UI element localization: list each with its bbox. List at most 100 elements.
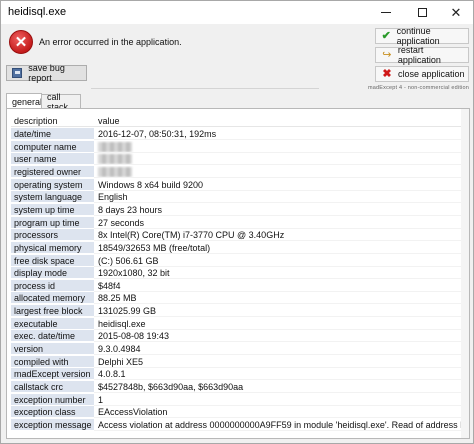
row-description: allocated memory — [11, 292, 94, 305]
madexcept-watermark: madExcept 4 - non-commercial edition — [367, 85, 469, 91]
row-description: process id — [11, 279, 94, 292]
row-description: computer name — [11, 140, 94, 153]
row-value: Access violation at address 0000000000A9… — [94, 419, 469, 431]
row-value — [94, 153, 469, 166]
row-description: processors — [11, 229, 94, 242]
red-x-icon: ✖ — [382, 67, 392, 80]
row-value: 4.0.8.1 — [94, 368, 469, 381]
restart-arrow-icon: ↪ — [382, 48, 392, 61]
table-row[interactable]: processors 8x Intel(R) Core(TM) i7-3770 C… — [11, 229, 469, 242]
row-description: physical memory — [11, 241, 94, 254]
table-row[interactable]: exception message Access violation at add… — [11, 418, 469, 431]
row-value: Delphi XE5 — [94, 356, 469, 368]
row-description: system language — [11, 191, 94, 204]
table-row[interactable]: compiled with Delphi XE5 — [11, 355, 469, 368]
row-value — [94, 141, 469, 153]
table-row[interactable]: allocated memory 88.25 MB — [11, 292, 469, 305]
table-row[interactable]: display mode 1920x1080, 32 bit — [11, 267, 469, 280]
restart-label: restart application — [397, 45, 441, 65]
row-description: callstack crc — [11, 381, 94, 393]
table-row[interactable]: version 9.3.0.4984 — [11, 343, 469, 356]
row-value: $4527848b, $663d90aa, $663d90aa — [94, 381, 469, 393]
row-description: operating system — [11, 178, 94, 191]
row-value: 131025.99 GB — [94, 305, 469, 318]
error-icon: ✕ — [9, 30, 33, 54]
row-value: 2016-12-07, 08:50:31, 192ms — [94, 128, 469, 140]
row-description: exec. date/time — [11, 330, 94, 343]
table-row[interactable]: system language English — [11, 191, 469, 204]
row-value: 18549/32653 MB (free/total) — [94, 242, 469, 254]
close-window-button[interactable]: ✕ — [439, 1, 473, 24]
close-icon: ✕ — [450, 4, 462, 20]
table-row[interactable]: exception number 1 — [11, 393, 469, 406]
table-row[interactable]: operating system Windows 8 x64 build 9200 — [11, 178, 469, 191]
row-value: (C:) 506.61 GB — [94, 255, 469, 267]
row-description: largest free block — [11, 305, 94, 318]
row-description: exception class — [11, 406, 94, 419]
save-bug-report-label: save bug report — [28, 63, 65, 83]
table-row[interactable]: process id $48f4 — [11, 279, 469, 292]
table-row[interactable]: system up time 8 days 23 hours — [11, 203, 469, 216]
row-value: 9.3.0.4984 — [94, 343, 469, 356]
row-description: program up time — [11, 216, 94, 229]
minimize-icon — [381, 12, 391, 13]
row-value: Windows 8 x64 build 9200 — [94, 179, 469, 191]
close-application-button[interactable]: ✖ close application — [375, 66, 469, 82]
close-app-label: close application — [398, 69, 465, 79]
column-header-description[interactable]: description — [11, 115, 94, 127]
tab-call-stack[interactable]: call stack — [41, 92, 81, 112]
row-description: madExcept version — [11, 368, 94, 381]
table-row[interactable]: date/time 2016-12-07, 08:50:31, 192ms — [11, 128, 469, 140]
redacted-value — [98, 154, 132, 165]
maximize-icon — [417, 8, 427, 17]
row-description: date/time — [11, 128, 94, 140]
error-message: An error occurred in the application. — [39, 37, 182, 47]
row-value: heidisql.exe — [94, 318, 469, 330]
save-bug-report-button[interactable]: save bug report — [6, 63, 87, 83]
row-value — [94, 166, 469, 178]
table-header-row: description value — [11, 115, 469, 127]
row-description: user name — [11, 153, 94, 166]
tab-general[interactable]: general — [6, 93, 42, 109]
row-value: $48f4 — [94, 280, 469, 292]
table-row[interactable]: exception class EAccessViolation — [11, 406, 469, 419]
table-row[interactable]: computer name — [11, 140, 469, 153]
table-row[interactable]: free disk space (C:) 506.61 GB — [11, 254, 469, 267]
row-description: executable — [11, 317, 94, 330]
restart-application-button[interactable]: ↪ restart application — [375, 45, 469, 65]
row-value: English — [94, 191, 469, 204]
table-row[interactable]: executable heidisql.exe — [11, 317, 469, 330]
row-description: exception number — [11, 393, 94, 406]
row-value: 27 seconds — [94, 217, 469, 229]
continue-label: continue application — [396, 26, 440, 46]
table-row[interactable]: registered owner — [11, 165, 469, 178]
redacted-value — [98, 141, 132, 152]
general-tab-panel: description value date/time 2016-12-07, 0… — [6, 108, 470, 439]
row-description: free disk space — [11, 254, 94, 267]
maximize-button[interactable] — [405, 1, 439, 24]
row-value: 2015-08-08 19:43 — [94, 330, 469, 343]
table-row[interactable]: exec. date/time 2015-08-08 19:43 — [11, 330, 469, 343]
watermark-divider — [91, 88, 319, 89]
error-dialog-window: heidisql.exe ✕ ✕ An error occurred in th… — [0, 0, 474, 444]
title-bar[interactable]: heidisql.exe ✕ — [1, 1, 473, 24]
table-row[interactable]: largest free block 131025.99 GB — [11, 305, 469, 318]
continue-application-button[interactable]: ✔ continue application — [375, 26, 469, 46]
vertical-scrollbar[interactable] — [461, 109, 469, 438]
row-value: EAccessViolation — [94, 406, 469, 419]
row-description: registered owner — [11, 165, 94, 178]
window-title: heidisql.exe — [8, 6, 67, 18]
minimize-button[interactable] — [369, 1, 403, 24]
row-description: compiled with — [11, 355, 94, 368]
row-description: display mode — [11, 267, 94, 280]
table-row[interactable]: callstack crc $4527848b, $663d90aa, $663d… — [11, 381, 469, 393]
column-header-value[interactable]: value — [94, 115, 469, 127]
table-row[interactable]: program up time 27 seconds — [11, 216, 469, 229]
row-description: system up time — [11, 203, 94, 216]
row-value: 1 — [94, 394, 469, 406]
table-row[interactable]: user name — [11, 153, 469, 166]
row-value: 88.25 MB — [94, 292, 469, 305]
table-row[interactable]: madExcept version 4.0.8.1 — [11, 368, 469, 381]
row-description: exception message — [11, 418, 94, 431]
table-row[interactable]: physical memory 18549/32653 MB (free/tota… — [11, 241, 469, 254]
